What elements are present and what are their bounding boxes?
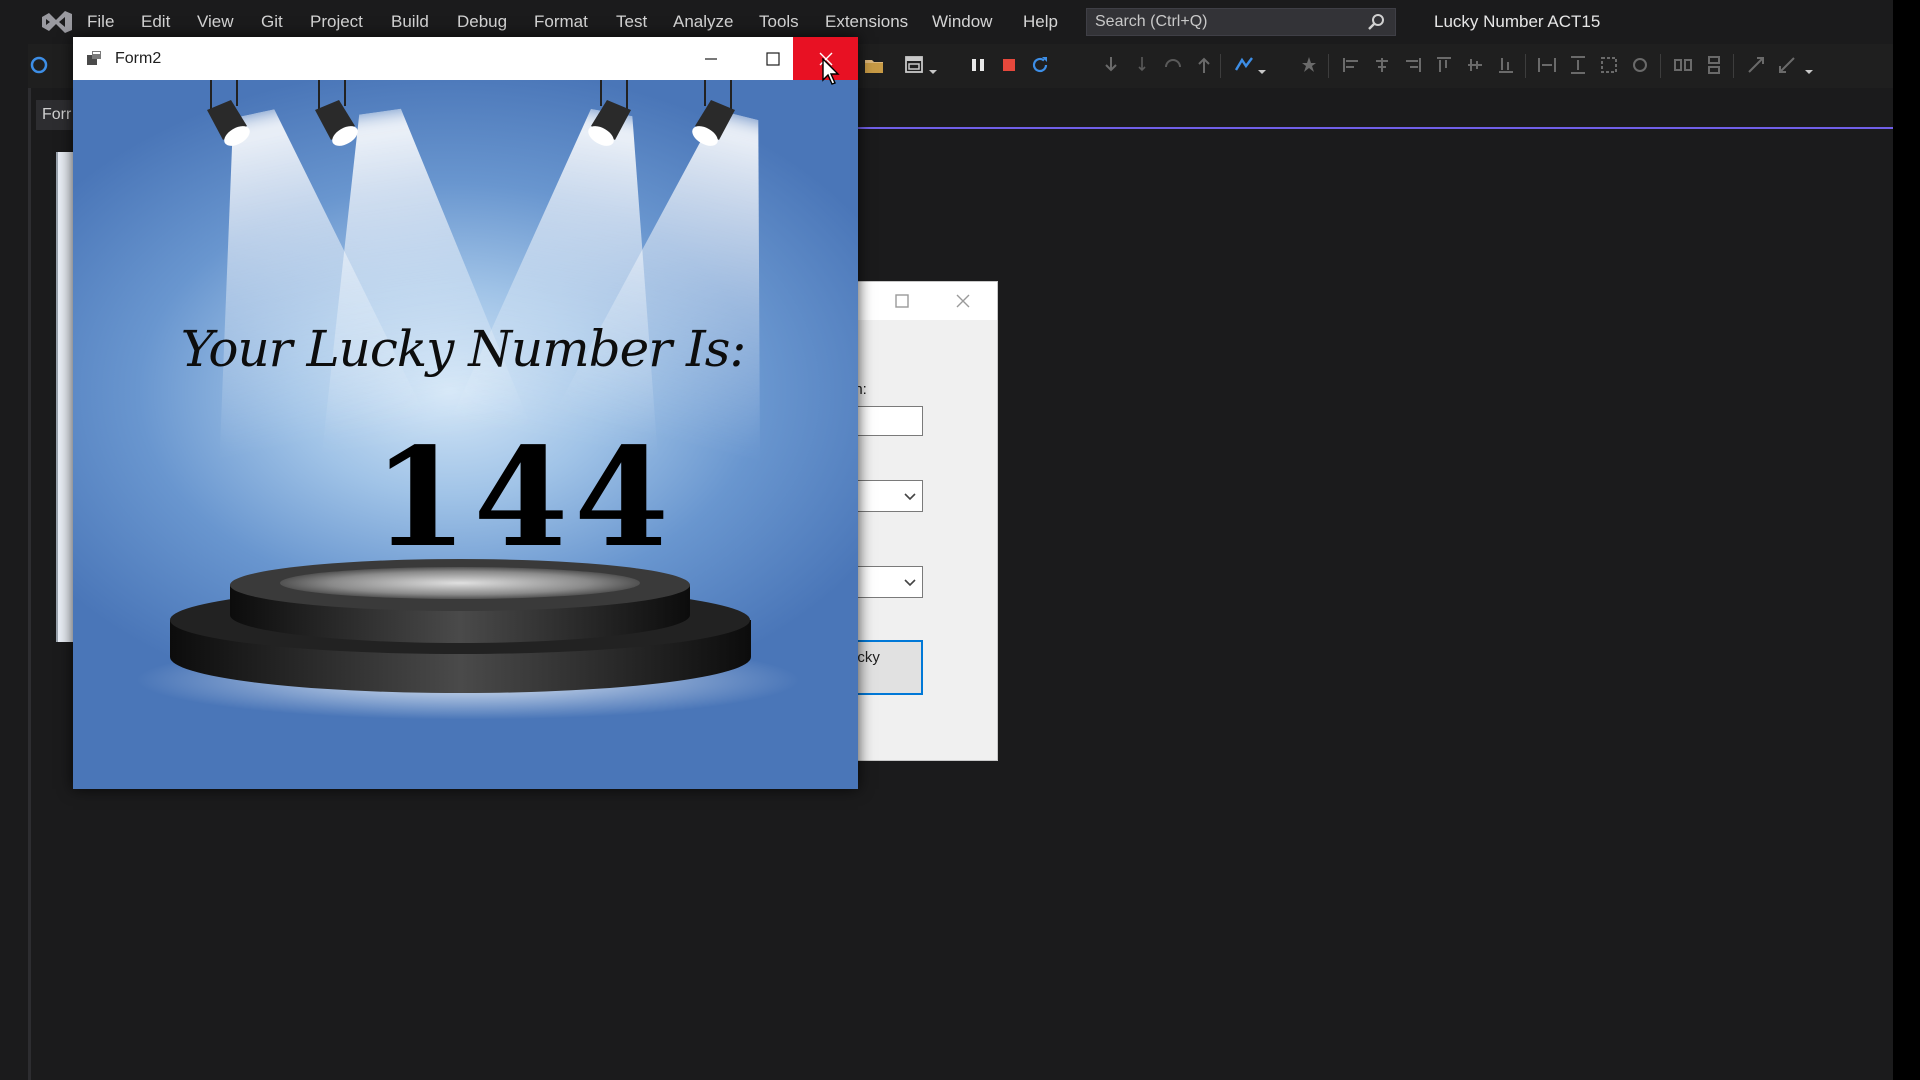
- form1-window: orn: ucky ?: [848, 281, 998, 761]
- vertical-spacing-icon[interactable]: [1703, 54, 1725, 76]
- search-placeholder: Search (Ctrl+Q): [1095, 13, 1208, 30]
- search-input[interactable]: Search (Ctrl+Q): [1086, 8, 1396, 36]
- close-icon[interactable]: [955, 293, 971, 309]
- stop-icon[interactable]: [998, 54, 1020, 76]
- size-to-grid-icon[interactable]: [1629, 54, 1651, 76]
- tab-label: Forr: [42, 106, 72, 123]
- minimize-icon: [705, 57, 717, 60]
- hot-reload-icon[interactable]: [1233, 54, 1255, 76]
- lucky-number-button[interactable]: ucky ?: [849, 640, 923, 695]
- align-middle-icon[interactable]: [1464, 54, 1486, 76]
- pin-icon[interactable]: [1298, 54, 1320, 76]
- toolbar-separator: [1328, 54, 1329, 78]
- align-right-icon[interactable]: [1402, 54, 1424, 76]
- make-same-width-icon[interactable]: [1536, 54, 1558, 76]
- form1-combo-box-2[interactable]: [849, 566, 923, 598]
- make-same-size-icon[interactable]: [1598, 54, 1620, 76]
- spotlight-stage-image: Your Lucky Number Is: 144: [73, 80, 858, 789]
- spotlight-lamp-icon: [692, 80, 735, 146]
- chevron-down-icon: [904, 493, 916, 501]
- step-out-icon[interactable]: [1193, 54, 1215, 76]
- step-over-icon[interactable]: [1131, 54, 1153, 76]
- form1-combo-box-1[interactable]: [849, 480, 923, 512]
- minimize-button[interactable]: [681, 37, 741, 80]
- restart-icon[interactable]: [1029, 54, 1051, 76]
- make-same-height-icon[interactable]: [1567, 54, 1589, 76]
- form2-title-bar[interactable]: Form2: [73, 37, 858, 80]
- align-top-icon[interactable]: [1433, 54, 1455, 76]
- lucky-number-heading: Your Lucky Number Is:: [180, 320, 747, 378]
- toolbar-separator: [1525, 54, 1526, 78]
- pause-icon[interactable]: [967, 54, 989, 76]
- form2-window: Form2 Your Lucky Number Is: 144: [73, 37, 858, 789]
- window-title: Form2: [115, 50, 162, 67]
- solution-title: Lucky Number ACT15: [1434, 12, 1601, 31]
- dropdown-arrow-icon[interactable]: [1256, 54, 1268, 76]
- open-folder-icon[interactable]: [863, 54, 885, 76]
- form1-title-bar: [849, 282, 997, 320]
- spotlight-lamp-icon: [588, 80, 631, 146]
- dropdown-arrow-icon[interactable]: [1803, 54, 1815, 76]
- align-center-icon[interactable]: [1371, 54, 1393, 76]
- chevron-down-icon: [904, 579, 916, 587]
- form-designer-icon[interactable]: [903, 54, 925, 76]
- menu-window[interactable]: Window: [932, 0, 992, 43]
- align-bottom-icon[interactable]: [1495, 54, 1517, 76]
- dropdown-arrow-icon[interactable]: [927, 54, 939, 76]
- podium-graphic: [170, 559, 751, 694]
- search-icon: [1368, 14, 1384, 30]
- tab-accent-line: [856, 127, 1893, 129]
- maximize-icon: [766, 51, 780, 66]
- mouse-pointer-icon: [822, 58, 840, 85]
- tool-window-strip: [28, 88, 31, 1080]
- tab-form1-designer[interactable]: Forr: [36, 100, 76, 130]
- toolbar-separator: [1733, 54, 1734, 78]
- navigate-icon[interactable]: [28, 54, 50, 76]
- bring-to-front-icon[interactable]: [1745, 54, 1767, 76]
- maximize-icon[interactable]: [894, 293, 910, 309]
- toolbar-separator: [1220, 54, 1221, 78]
- spotlight-lamp-icon: [207, 80, 250, 146]
- form1-text-field[interactable]: [849, 406, 923, 436]
- spotlight-lamp-icon: [315, 80, 358, 146]
- horizontal-spacing-icon[interactable]: [1672, 54, 1694, 76]
- toolbar-separator: [1660, 54, 1661, 78]
- menu-help[interactable]: Help: [1023, 0, 1058, 43]
- align-left-icon[interactable]: [1340, 54, 1362, 76]
- step-back-icon[interactable]: [1162, 54, 1184, 76]
- visual-studio-logo-icon: [42, 11, 72, 33]
- step-into-icon[interactable]: [1100, 54, 1122, 76]
- form-app-icon: [87, 51, 101, 65]
- send-to-back-icon[interactable]: [1776, 54, 1798, 76]
